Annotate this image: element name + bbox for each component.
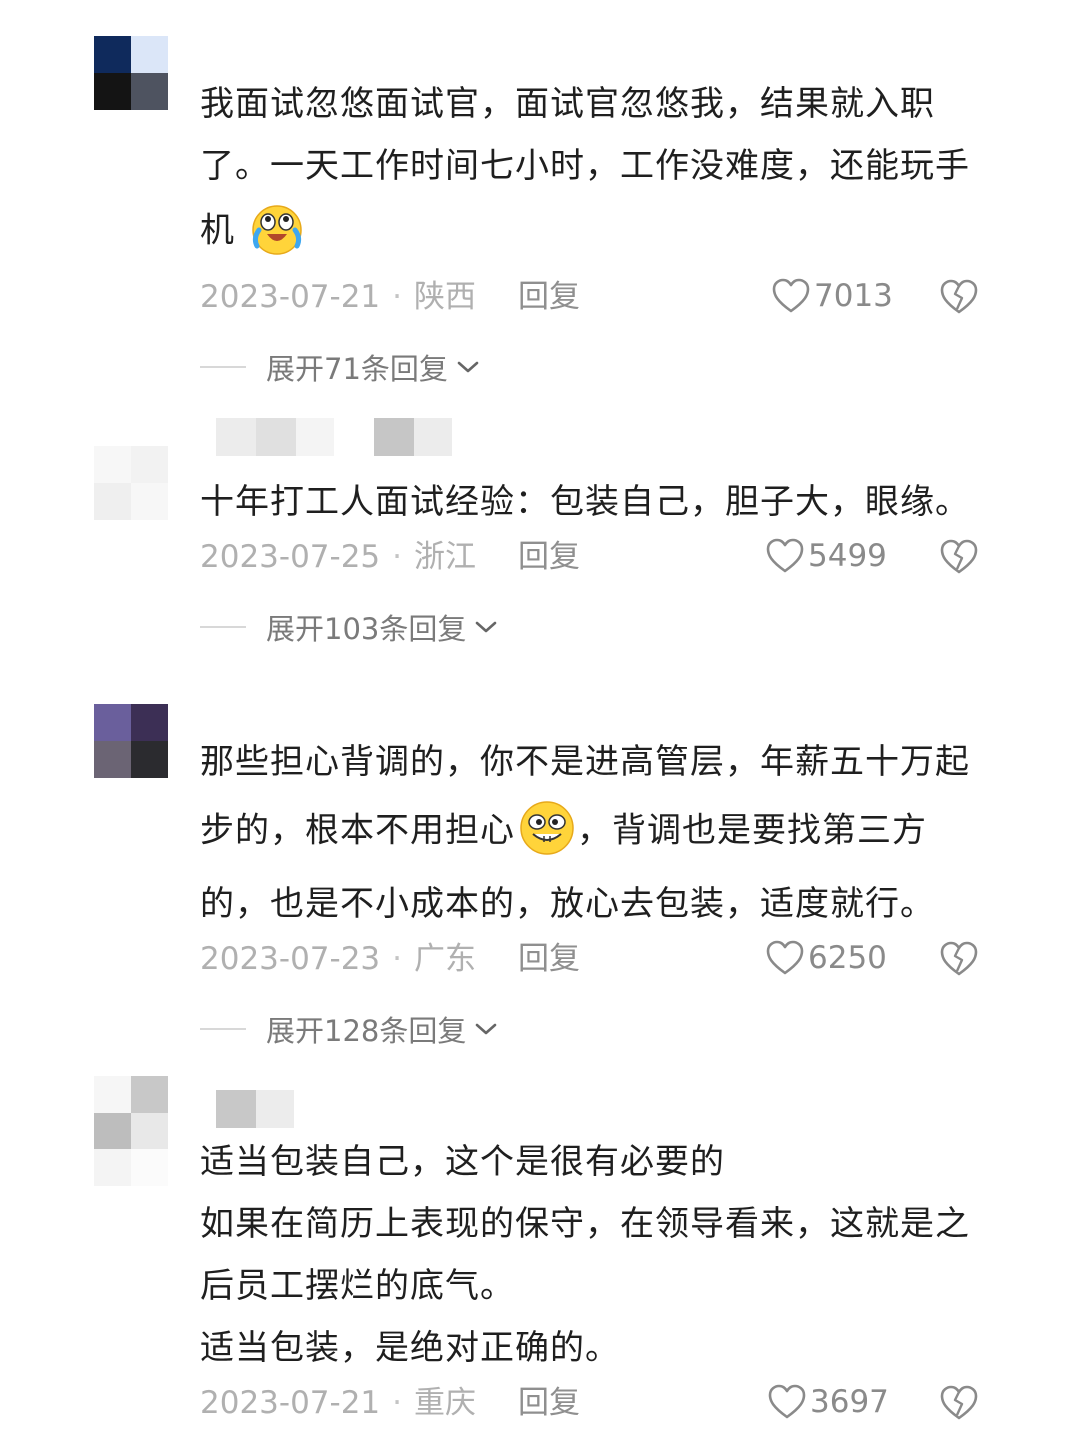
comment-date: 2023-07-25 [200, 539, 381, 575]
comment-text: 我面试忽悠面试官，面试官忽悠我，结果就入职 [200, 84, 935, 124]
expand-replies-button[interactable]: 展开103条回复 [200, 606, 498, 648]
reply-button[interactable]: 回复 [518, 538, 580, 576]
comment-meta: 2023-07-21 · 重庆 回复 [200, 1384, 580, 1422]
reply-button[interactable]: 回复 [518, 1384, 580, 1422]
comment-text: 了。一天工作时间七小时，工作没难度，还能玩手 [200, 146, 970, 186]
heart-icon [768, 1384, 806, 1419]
expand-replies-button[interactable]: 展开128条回复 [200, 1008, 498, 1050]
grin-icon [520, 801, 574, 855]
divider [200, 366, 246, 368]
comment-text: 适当包装自己，这个是很有必要的 [200, 1142, 725, 1182]
comment-date: 2023-07-23 [200, 941, 381, 977]
heart-icon [766, 940, 804, 975]
like-button[interactable]: 5499 [766, 538, 887, 574]
username-blurred[interactable] [216, 418, 452, 456]
comment-location: 广东 [414, 941, 477, 977]
meta-separator: · [392, 539, 403, 575]
dislike-icon[interactable] [940, 941, 978, 977]
comment-date: 2023-07-21 [200, 1385, 381, 1421]
like-button[interactable]: 3697 [768, 1384, 889, 1420]
comment-meta: 2023-07-21 · 陕西 回复 [200, 278, 580, 316]
comment-location: 浙江 [414, 539, 477, 575]
like-button[interactable]: 6250 [766, 940, 887, 976]
like-count: 5499 [808, 538, 887, 574]
avatar[interactable] [94, 36, 168, 110]
comment-date: 2023-07-21 [200, 279, 381, 315]
comment-location: 重庆 [414, 1385, 477, 1421]
dislike-icon[interactable] [940, 539, 978, 575]
comment-text: 如果在简历上表现的保守，在领导看来，这就是之 [200, 1204, 970, 1244]
divider [200, 1028, 246, 1030]
like-count: 3697 [810, 1384, 889, 1420]
like-button[interactable]: 7013 [772, 278, 893, 314]
divider [200, 626, 246, 628]
laugh-cry-icon [252, 205, 302, 255]
expand-replies-button[interactable]: 展开71条回复 [200, 346, 480, 388]
meta-separator: · [392, 941, 403, 977]
comment-meta: 2023-07-23 · 广东 回复 [200, 940, 580, 978]
heart-icon [766, 538, 804, 573]
meta-separator: · [392, 1385, 403, 1421]
comment-text: 十年打工人面试经验：包装自己，胆子大，眼缘。 [200, 482, 970, 522]
comment-text: 后员工摆烂的底气。 [200, 1266, 515, 1306]
like-count: 6250 [808, 940, 887, 976]
comment-text: 那些担心背调的，你不是进高管层，年薪五十万起 [200, 742, 970, 782]
comment-text: 机 [200, 210, 235, 251]
dislike-icon[interactable] [940, 1385, 978, 1421]
avatar[interactable] [94, 1076, 168, 1186]
heart-icon [772, 278, 810, 313]
like-count: 7013 [814, 278, 893, 314]
username-blurred[interactable] [216, 1090, 294, 1128]
reply-button[interactable]: 回复 [518, 278, 580, 316]
comment-location: 陕西 [414, 279, 477, 315]
avatar[interactable] [94, 446, 168, 520]
comment-meta: 2023-07-25 · 浙江 回复 [200, 538, 580, 576]
comment-text: 适当包装，是绝对正确的。 [200, 1328, 620, 1368]
dislike-icon[interactable] [940, 279, 978, 315]
comment-text: 的，也是不小成本的，放心去包装，适度就行。 [200, 884, 935, 924]
chevron-down-icon [476, 621, 497, 633]
chevron-down-icon [476, 1023, 497, 1035]
comment-text-with-emoji: 步的，根本不用担心 ，背调也是要找第三方 [200, 801, 927, 856]
meta-separator: · [392, 279, 403, 315]
comment-text: ，背调也是要找第三方 [577, 810, 927, 851]
expand-replies-label: 展开128条回复 [266, 1014, 467, 1048]
expand-replies-label: 展开71条回复 [266, 352, 448, 386]
reply-button[interactable]: 回复 [518, 940, 580, 978]
comment-text-last: 机 [200, 205, 305, 256]
expand-replies-label: 展开103条回复 [266, 612, 467, 646]
chevron-down-icon [457, 361, 479, 373]
comment-text: 步的，根本不用担心 [200, 810, 515, 851]
avatar[interactable] [94, 704, 168, 778]
